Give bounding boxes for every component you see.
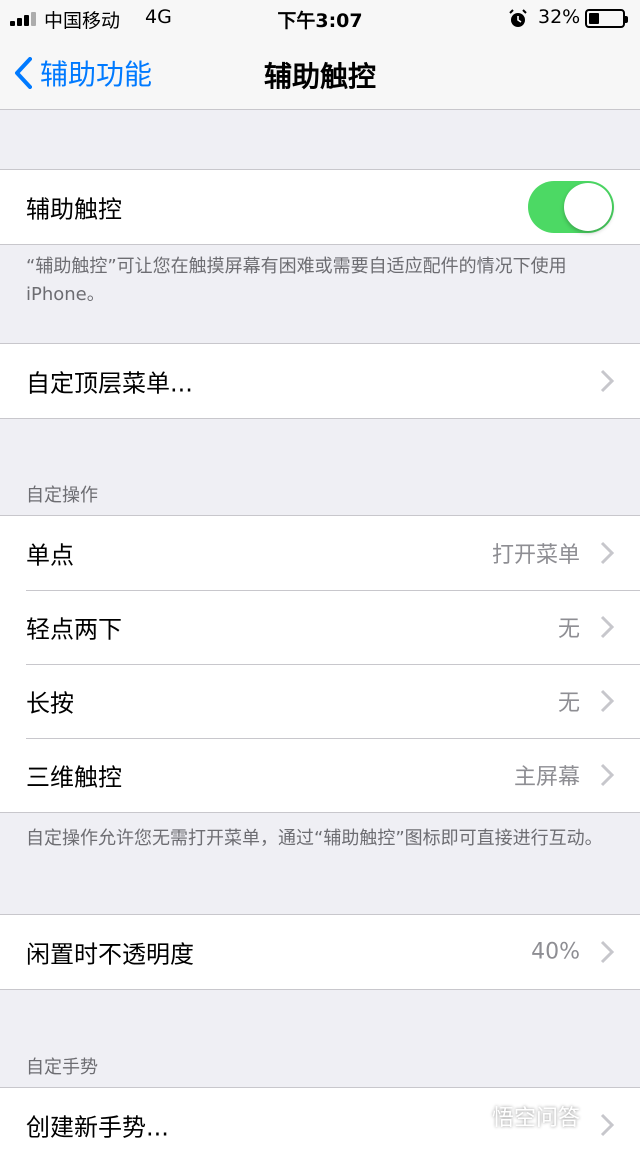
assistive-touch-toggle[interactable] xyxy=(528,181,614,233)
chevron-right-icon xyxy=(600,689,614,713)
create-gesture-label: 创建新手势... xyxy=(26,1113,169,1142)
customize-top-menu-label: 自定顶层菜单... xyxy=(26,369,193,398)
chevron-right-icon xyxy=(600,615,614,639)
custom-actions-footer: 自定操作允许您无需打开菜单，通过“辅助触控”图标即可直接进行互动。 xyxy=(26,828,603,849)
action-label: 轻点两下 xyxy=(26,615,122,644)
chat-bubble-icon xyxy=(456,1104,486,1129)
action-row-double-tap[interactable]: 轻点两下 无 xyxy=(0,590,640,664)
action-value: 无 xyxy=(557,691,580,716)
chevron-right-icon xyxy=(600,369,614,393)
assistive-touch-row: 辅助触控 xyxy=(0,170,640,244)
battery-icon xyxy=(585,9,628,28)
assistive-touch-group: 辅助触控 xyxy=(0,169,640,245)
toggle-knob xyxy=(564,183,612,231)
top-menu-group: 自定顶层菜单... xyxy=(0,343,640,419)
custom-actions-header: 自定操作 xyxy=(26,485,98,506)
custom-actions-group: 单点 打开菜单 轻点两下 无 长按 无 三维触控 主屏幕 xyxy=(0,515,640,813)
chevron-right-icon xyxy=(600,541,614,565)
action-row-single-tap[interactable]: 单点 打开菜单 xyxy=(0,516,640,590)
assistive-touch-footer: “辅助触控”可让您在触摸屏幕有困难或需要自适应配件的情况下使用 iPhone。 xyxy=(26,256,567,305)
idle-opacity-value: 40% xyxy=(531,939,580,965)
watermark-text: 悟空问答 xyxy=(492,1106,581,1131)
action-value: 无 xyxy=(557,617,580,642)
action-label: 三维触控 xyxy=(26,763,122,792)
chevron-right-icon xyxy=(600,1113,614,1137)
action-value: 打开菜单 xyxy=(491,543,580,568)
idle-opacity-row[interactable]: 闲置时不透明度 40% xyxy=(0,915,640,989)
page-title: 辅助触控 xyxy=(263,60,376,93)
action-label: 长按 xyxy=(26,689,74,718)
customize-top-menu-row[interactable]: 自定顶层菜单... xyxy=(0,344,640,418)
action-label: 单点 xyxy=(26,541,74,570)
action-row-3d-touch[interactable]: 三维触控 主屏幕 xyxy=(0,738,640,812)
idle-opacity-label: 闲置时不透明度 xyxy=(26,940,194,969)
action-value: 主屏幕 xyxy=(513,765,580,790)
custom-gestures-header: 自定手势 xyxy=(26,1057,98,1078)
chevron-right-icon xyxy=(600,763,614,787)
watermark: 悟空问答 xyxy=(456,1100,580,1132)
action-row-long-press[interactable]: 长按 无 xyxy=(0,664,640,738)
idle-opacity-group: 闲置时不透明度 40% xyxy=(0,914,640,990)
battery-percent: 32% xyxy=(538,6,581,28)
status-bar: 中国移动 4G 下午3:07 32% xyxy=(0,0,640,40)
alarm-icon xyxy=(509,9,527,27)
assistive-touch-label: 辅助触控 xyxy=(26,195,122,224)
chevron-right-icon xyxy=(600,940,614,964)
